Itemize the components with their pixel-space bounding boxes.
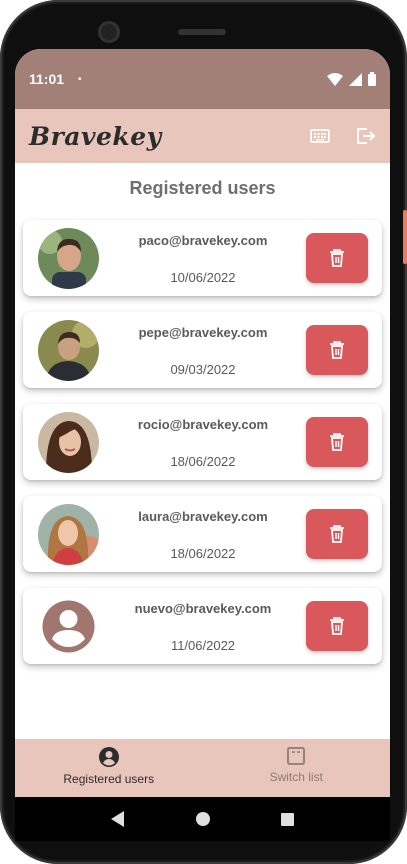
status-bar: 11:01 • (15, 49, 390, 109)
logout-icon[interactable] (356, 127, 376, 145)
user-avatar (38, 412, 99, 473)
nav-registered-users[interactable]: Registered users (15, 739, 203, 797)
brand-logo: Bravekey (29, 121, 162, 151)
user-date: 09/03/2022 (170, 362, 236, 377)
user-card: paco@bravekey.com 10/06/2022 (23, 220, 382, 296)
wifi-icon (327, 72, 343, 86)
bottom-navigation: Registered users Switch list (15, 739, 390, 797)
user-card: laura@bravekey.com 18/06/2022 (23, 496, 382, 572)
signal-icon (349, 72, 362, 86)
user-date: 18/06/2022 (170, 546, 236, 561)
back-icon[interactable] (110, 811, 125, 827)
delete-user-button[interactable] (306, 325, 368, 375)
user-email: laura@bravekey.com (138, 509, 268, 524)
earpiece (178, 29, 226, 35)
app-screen: 11:01 • Bravekey Registered users paco@b… (15, 49, 390, 797)
nav-label-registered-users: Registered users (63, 772, 155, 786)
delete-user-button[interactable] (306, 601, 368, 651)
power-button (403, 210, 407, 264)
nav-label-switch-list: Switch list (269, 770, 323, 784)
user-date: 10/06/2022 (170, 270, 236, 285)
battery-icon (368, 72, 376, 86)
keyboard-icon[interactable] (310, 128, 330, 144)
status-icons (327, 72, 376, 86)
trash-icon (330, 525, 344, 543)
app-bar-actions (310, 127, 376, 145)
delete-user-button[interactable] (306, 417, 368, 467)
system-navigation-bar (15, 797, 390, 841)
trash-icon (330, 617, 344, 635)
user-email: paco@bravekey.com (138, 233, 268, 248)
user-card: rocio@bravekey.com 18/06/2022 (23, 404, 382, 480)
delete-user-button[interactable] (306, 509, 368, 559)
default-user-icon (38, 596, 99, 657)
app-bar: Bravekey (15, 109, 390, 163)
notification-dot: • (78, 73, 82, 85)
page-title: Registered users (129, 178, 276, 198)
user-avatar (38, 228, 99, 289)
home-icon[interactable] (195, 812, 210, 826)
delete-user-button[interactable] (306, 233, 368, 283)
user-avatar (38, 320, 99, 381)
user-email: nuevo@bravekey.com (134, 601, 272, 616)
user-card: nuevo@bravekey.com 11/06/2022 (23, 588, 382, 664)
nav-switch-list[interactable]: Switch list (203, 739, 391, 797)
user-email: rocio@bravekey.com (137, 417, 269, 432)
status-time: 11:01 (29, 71, 65, 87)
trash-icon (330, 341, 344, 359)
front-camera (98, 21, 120, 43)
user-avatar (38, 504, 99, 565)
trash-icon (330, 249, 344, 267)
user-date: 18/06/2022 (170, 454, 236, 469)
recents-icon[interactable] (281, 812, 295, 826)
switch-list-icon (287, 747, 306, 765)
user-card: pepe@bravekey.com 09/03/2022 (23, 312, 382, 388)
user-email: pepe@bravekey.com (138, 325, 268, 340)
user-date: 11/06/2022 (170, 638, 236, 653)
trash-icon (330, 433, 344, 451)
account-circle-icon (98, 747, 119, 767)
